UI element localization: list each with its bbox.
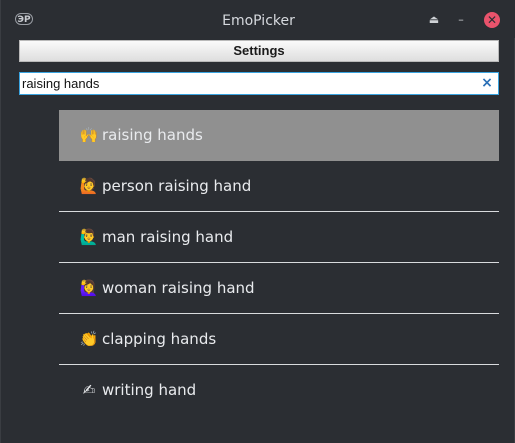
person-raising-hand-emoji-icon: 🙋: [79, 177, 99, 195]
result-item-label: raising hands: [102, 126, 203, 144]
woman-raising-hand-emoji-icon: 🙋‍♀️: [79, 279, 99, 297]
title-bar[interactable]: ЭP EmoPicker ⏏ – ✕: [1, 0, 515, 38]
settings-button[interactable]: Settings: [19, 40, 499, 62]
keep-above-icon[interactable]: ⏏: [426, 12, 442, 28]
clear-search-icon[interactable]: ×: [480, 75, 494, 92]
close-icon[interactable]: ✕: [484, 12, 500, 28]
search-field[interactable]: ×: [19, 72, 499, 95]
search-input[interactable]: [22, 74, 472, 93]
result-item-woman-raising-hand[interactable]: 🙋‍♀️ woman raising hand: [59, 263, 499, 314]
minimize-icon[interactable]: –: [453, 12, 469, 28]
result-item-label: man raising hand: [102, 228, 234, 246]
results-list: 🙌 raising hands 🙋 person raising hand 🙋‍…: [59, 110, 499, 415]
result-item-label: woman raising hand: [102, 279, 255, 297]
raising-hands-emoji-icon: 🙌: [79, 126, 99, 144]
result-item-writing-hand[interactable]: ✍ writing hand: [59, 365, 499, 415]
result-item-label: clapping hands: [102, 330, 217, 348]
result-item-clapping-hands[interactable]: 👏 clapping hands: [59, 314, 499, 365]
result-item-label: writing hand: [102, 381, 197, 399]
result-item-raising-hands[interactable]: 🙌 raising hands: [59, 110, 499, 161]
result-item-person-raising-hand[interactable]: 🙋 person raising hand: [59, 161, 499, 212]
result-item-label: person raising hand: [102, 177, 252, 195]
clapping-hands-emoji-icon: 👏: [79, 330, 99, 348]
result-item-man-raising-hand[interactable]: 🙋‍♂️ man raising hand: [59, 212, 499, 263]
man-raising-hand-emoji-icon: 🙋‍♂️: [79, 228, 99, 246]
writing-hand-emoji-icon: ✍: [82, 381, 96, 399]
emopicker-window: ЭP EmoPicker ⏏ – ✕ Settings × 🙌 raising …: [0, 0, 515, 443]
